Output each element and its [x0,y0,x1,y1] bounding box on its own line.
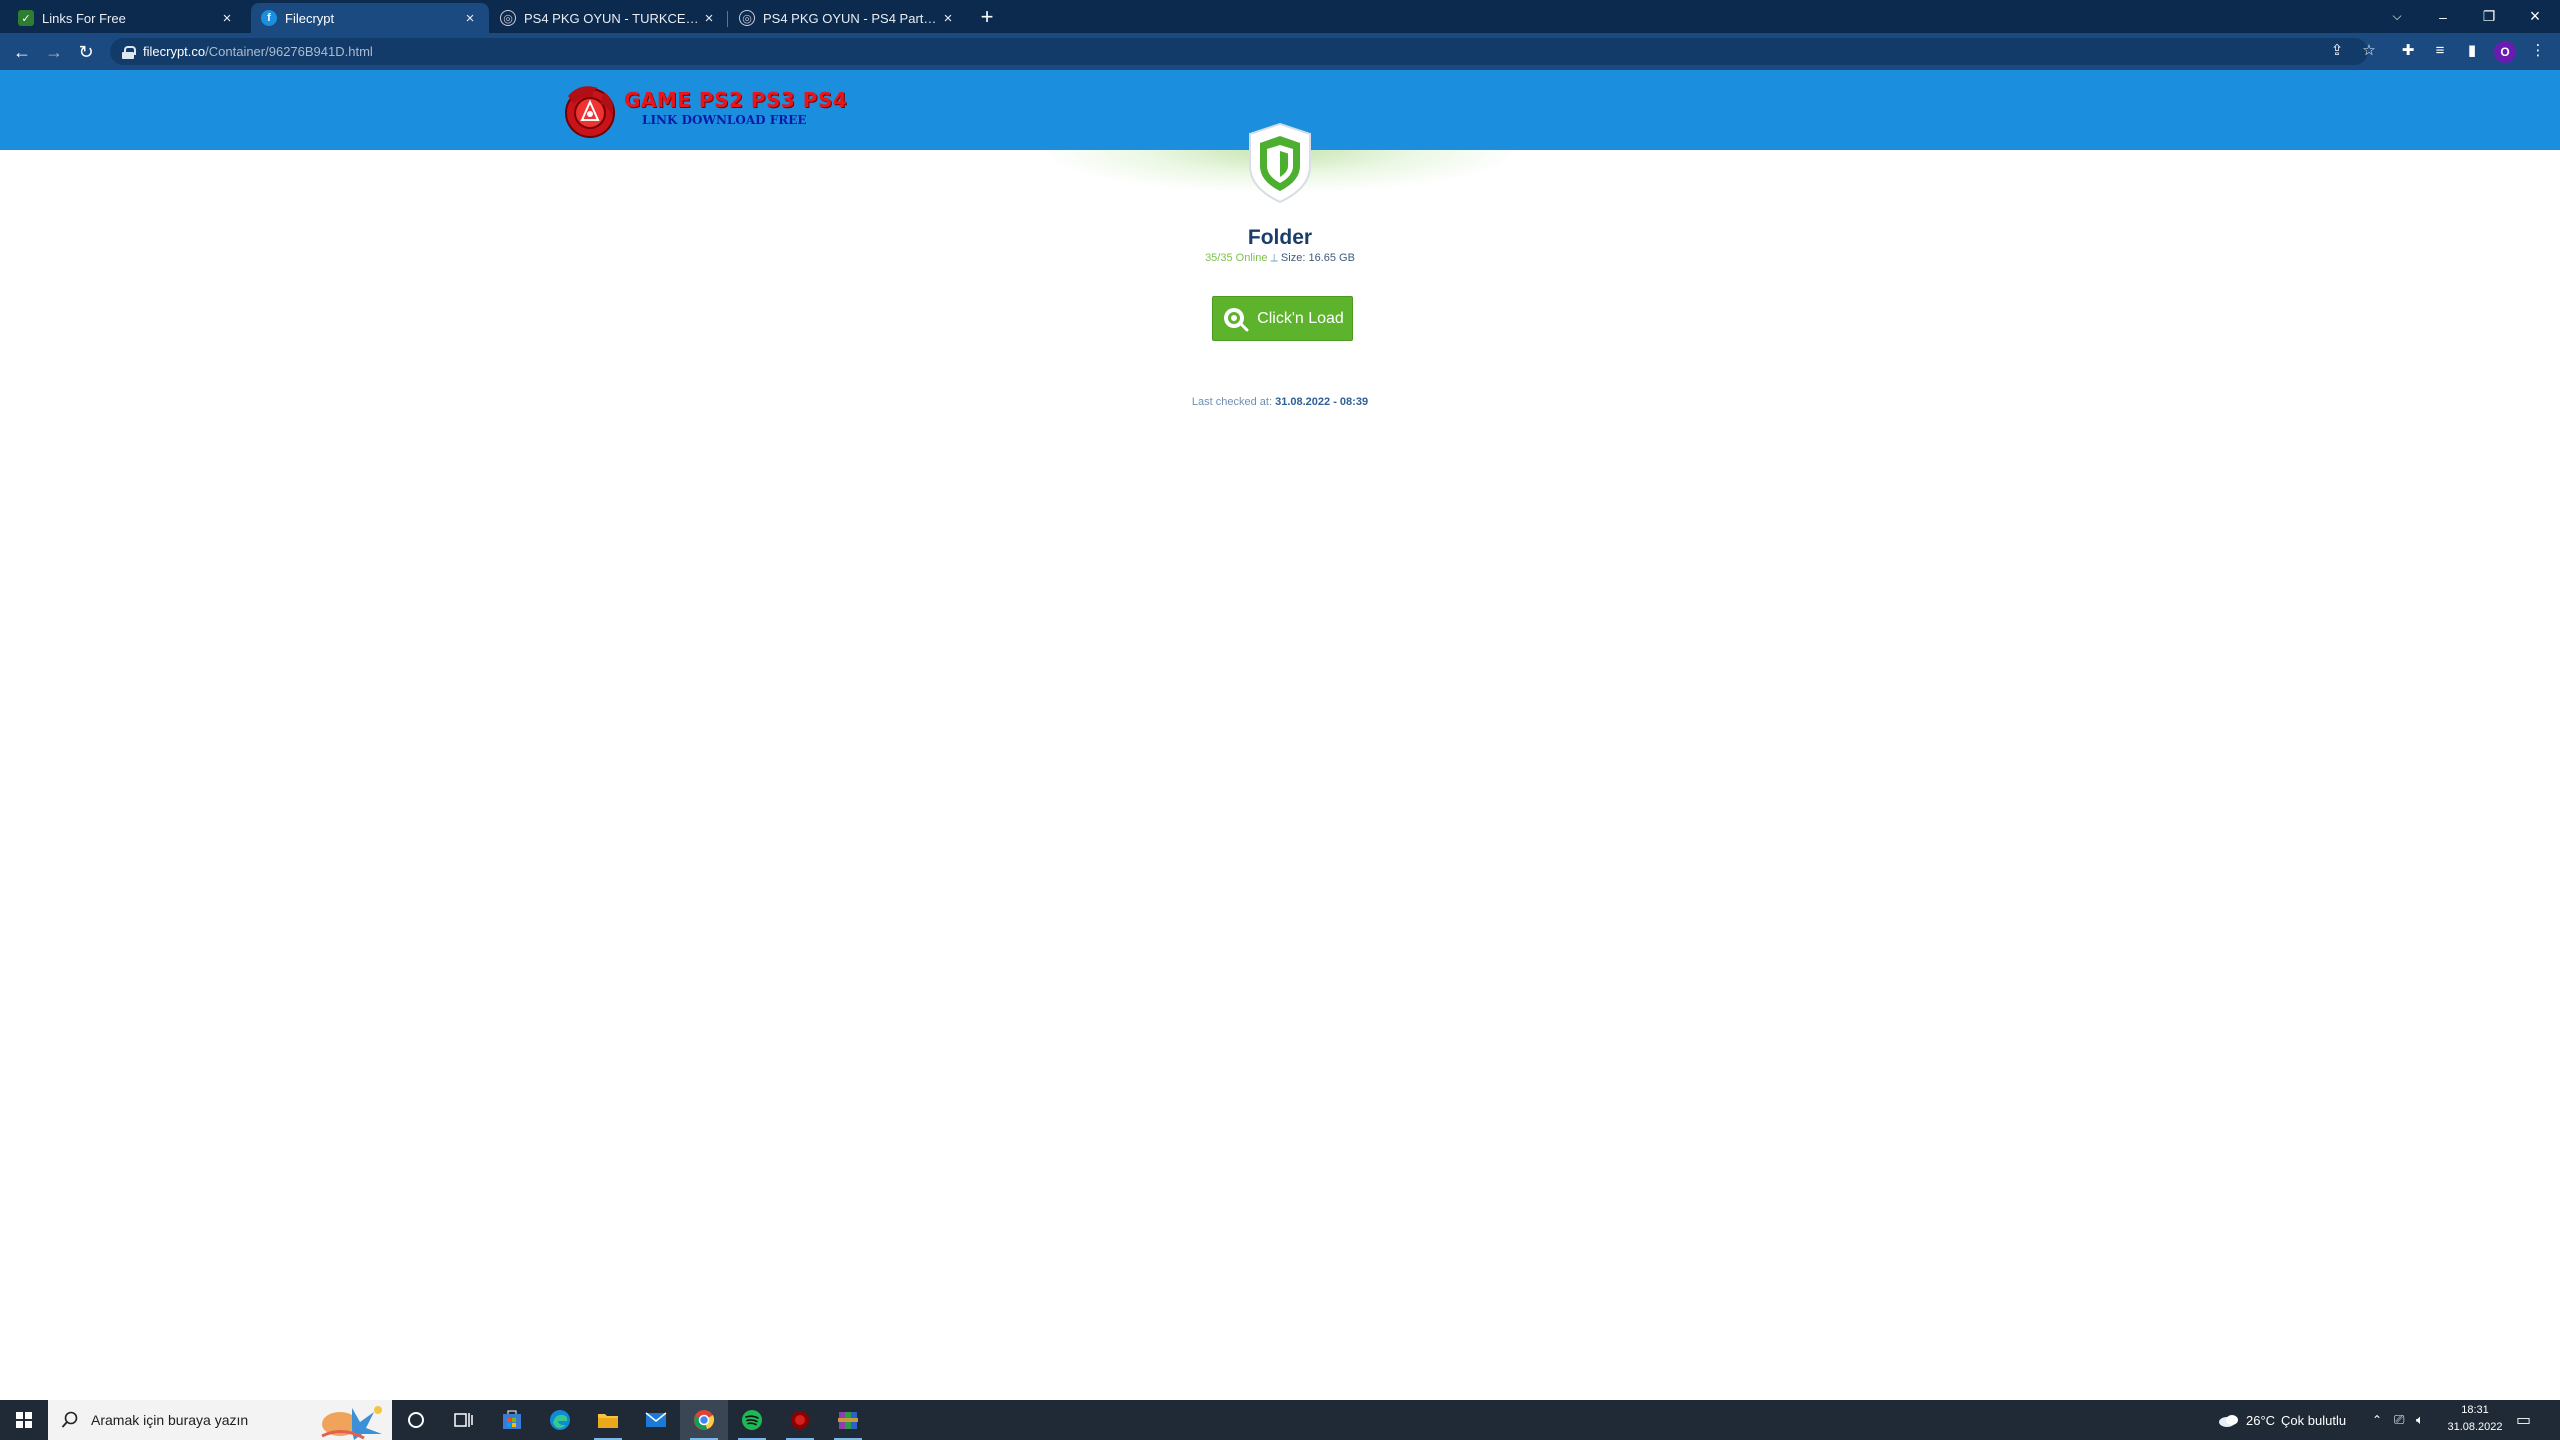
last-checked: Last checked at: 31.08.2022 - 08:39 [1080,396,1480,408]
lock-icon[interactable] [122,45,136,59]
chrome-menu-icon[interactable]: ⋮ [2526,38,2550,62]
system-clock[interactable]: 18:31 31.08.2022 [2430,1402,2520,1438]
close-tab-icon[interactable]: × [461,9,479,27]
taskbar-red-app[interactable] [776,1400,824,1440]
last-checked-value: 31.08.2022 - 08:39 [1275,396,1369,408]
folder-meta: 35/35 Online ⟂ Size: 16.65 GB [1080,252,1480,265]
volume-icon[interactable]: 🔈︎ [2416,1400,2424,1440]
tab-filecrypt[interactable]: f Filecrypt × [251,3,489,33]
links-for-free-favicon-icon: ✓ [18,10,34,26]
file-explorer-folder-icon [598,1414,618,1428]
side-panel-icon[interactable]: ▮ [2460,38,2484,62]
chrome-browser-icon [694,1410,715,1430]
microsoft-store-icon [503,1410,521,1429]
taskbar-chrome[interactable] [680,1400,728,1440]
filecrypt-favicon-icon: f [261,10,277,26]
size-separator-icon: ⟂ [1270,252,1281,264]
folder-title: Folder [1247,226,1313,249]
tab-search-chevron-icon[interactable]: ⌵ [2374,0,2420,33]
url-host: filecrypt.co [143,44,206,59]
close-tab-icon[interactable]: × [218,9,236,27]
dragon-emblem-icon [565,86,615,138]
close-tab-icon[interactable]: × [939,9,957,27]
site-logo[interactable]: GAME PS2 PS3 PS4 LINK DOWNLOAD FREE [560,80,847,145]
windows-taskbar: Aramak için buraya yazın 26°C Çok bulutl… [0,1400,2560,1440]
search-placeholder: Aramak için buraya yazın [91,1412,249,1428]
reading-list-icon[interactable]: ≡ [2428,38,2452,62]
new-tab-button[interactable]: + [975,6,999,30]
click-n-load-button[interactable]: Click'n Load [1212,296,1353,341]
back-arrow-icon[interactable]: ← [8,38,36,66]
shield-icon [1249,122,1311,204]
site-favicon-icon: ◎ [500,10,516,26]
click-n-load-label: Click'n Load [1257,309,1344,327]
size-value: 16.65 GB [1308,252,1355,264]
task-view-button[interactable] [440,1400,488,1440]
tab-title: PS4 PKG OYUN - TURKCE YAMA [524,10,700,26]
logo-subtitle: LINK DOWNLOAD FREE [642,113,807,127]
tab-strip: ✓ Links For Free × f Filecrypt × ◎ PS4 P… [0,0,2560,33]
spotify-icon [742,1410,762,1430]
winrar-archive-icon [838,1412,858,1429]
weather-desc: Çok bulutlu [2281,1412,2347,1428]
close-window-button[interactable]: × [2512,0,2558,33]
tab-separator [727,11,728,27]
taskbar-store[interactable] [488,1400,536,1440]
mail-envelope-icon [645,1412,667,1427]
tab-links-for-free[interactable]: ✓ Links For Free × [8,3,246,33]
windows-logo-icon [16,1412,32,1428]
taskbar-mail[interactable] [632,1400,680,1440]
share-icon[interactable]: ⇪ [2325,38,2349,62]
taskbar-edge[interactable] [536,1400,584,1440]
show-hidden-icons-chevron-icon[interactable]: ⌃ [2372,1400,2382,1440]
clock-time: 18:31 [2461,1404,2489,1416]
taskbar-search[interactable]: Aramak için buraya yazın [48,1400,392,1440]
bookmark-star-icon[interactable]: ☆ [2357,38,2381,62]
logo-title: GAME PS2 PS3 PS4 [624,88,848,112]
online-status: 35/35 Online [1205,252,1268,264]
size-label: Size: [1280,252,1306,264]
cortana-circle-icon [408,1412,424,1428]
browser-toolbar: ← → ↻ filecrypt.co/Container/96276B941D.… [0,33,2560,70]
tab-title: PS4 PKG OYUN - PS4 Partli Oyun [763,10,939,26]
site-favicon-icon: ◎ [739,10,755,26]
tab-ps4-pkg-turkce-yama[interactable]: ◎ PS4 PKG OYUN - TURKCE YAMA × [490,3,728,33]
close-tab-icon[interactable]: × [700,9,718,27]
profile-avatar[interactable]: O [2494,41,2516,63]
shield-badge [1247,122,1313,204]
extensions-puzzle-icon[interactable]: ✚ [2396,38,2420,62]
network-icon[interactable]: ⎚ [2394,1400,2404,1440]
weather-temp: 26°C [2246,1412,2276,1428]
tab-title: Links For Free [42,10,126,26]
reload-icon[interactable]: ↻ [72,38,100,66]
cloudy-weather-icon [2219,1415,2238,1427]
tab-ps4-pkg-partli-oyun[interactable]: ◎ PS4 PKG OYUN - PS4 Partli Oyun × [729,3,967,33]
weather-widget[interactable]: 26°C Çok bulutlu [2218,1400,2346,1440]
search-icon [61,1411,78,1428]
red-app-icon [791,1411,809,1429]
notifications-icon[interactable]: ▭ [2516,1400,2531,1440]
task-view-icon [454,1413,473,1427]
click-n-load-icon [1224,307,1249,331]
address-bar[interactable]: filecrypt.co/Container/96276B941D.html [110,38,2368,65]
tab-title: Filecrypt [285,10,335,26]
taskbar-spotify[interactable] [728,1400,776,1440]
search-highlight-art-icon [321,1406,382,1440]
minimize-button[interactable]: – [2420,0,2466,33]
forward-arrow-icon[interactable]: → [40,38,68,66]
cortana-button[interactable] [392,1400,440,1440]
start-button[interactable] [0,1400,48,1440]
taskbar-winrar[interactable] [824,1400,872,1440]
clock-date: 31.08.2022 [2447,1421,2503,1433]
url-path: /Container/96276B941D.html [205,44,373,59]
last-checked-label: Last checked at: [1191,396,1273,408]
edge-browser-icon [550,1410,570,1430]
taskbar-file-explorer[interactable] [584,1400,632,1440]
restore-button[interactable]: ❐ [2466,0,2512,33]
